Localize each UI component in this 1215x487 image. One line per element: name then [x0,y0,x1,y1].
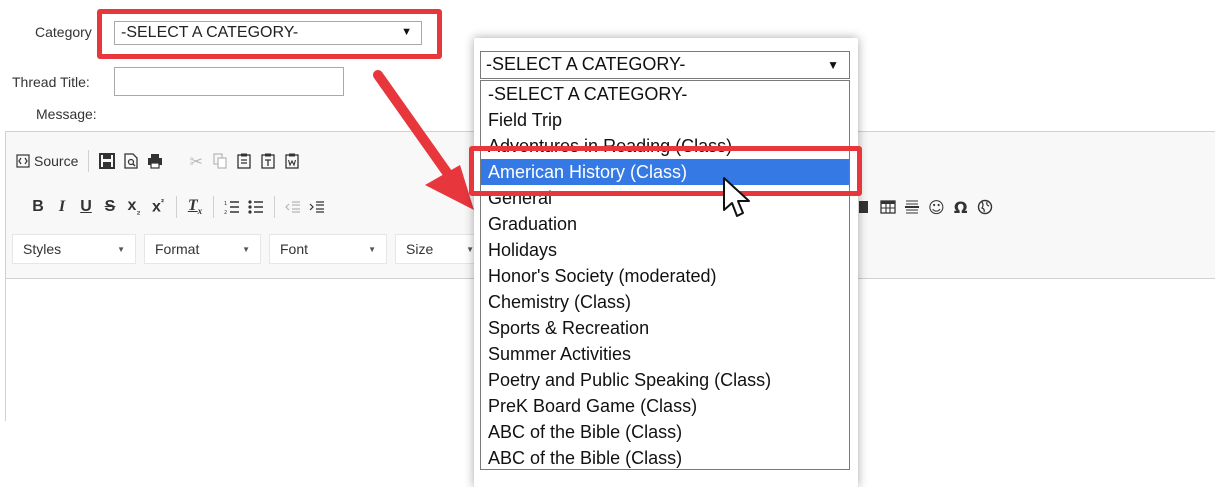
outdent-button[interactable] [281,194,305,220]
format-combo[interactable]: Format ▼ [144,234,261,264]
toolbar-gap [175,150,176,172]
category-dropdown-value: -SELECT A CATEGORY- [486,54,686,74]
superscript-icon: x² [152,197,164,216]
category-options-list: -SELECT A CATEGORY- Field Trip Adventure… [480,80,850,470]
paste-icon [237,153,252,169]
format-label: Format [155,241,200,257]
option-holidays[interactable]: Holidays [481,237,849,263]
option-prek-board-game[interactable]: PreK Board Game (Class) [481,393,849,419]
remove-format-button[interactable]: Tx [183,194,207,220]
toolbar-separator [274,196,275,218]
iframe-button[interactable] [973,194,997,220]
category-dropdown-popup: -SELECT A CATEGORY- ▼ -SELECT A CATEGORY… [474,38,858,487]
dropdown-arrow-icon: ▼ [827,58,839,72]
size-combo[interactable]: Size ▼ [395,234,485,264]
paste-text-button[interactable] [256,148,280,174]
thread-title-label: Thread Title: [12,74,90,90]
paste-text-icon [261,153,276,169]
option-abc-of-the-bible-2[interactable]: ABC of the Bible (Class) [481,445,849,469]
toolbar-separator [213,196,214,218]
italic-icon: I [58,198,66,215]
bold-icon: B [32,198,44,215]
image-icon [859,201,868,213]
category-dropdown-select[interactable]: -SELECT A CATEGORY- ▼ [480,51,850,79]
toolbar-row-1: Source ✂ [12,146,304,176]
font-combo[interactable]: Font ▼ [269,234,387,264]
option-graduation[interactable]: Graduation [481,211,849,237]
american-history-highlight-annotation [469,146,862,196]
copy-icon [213,153,227,169]
chevron-down-icon: ▼ [466,244,474,254]
strikethrough-button[interactable]: S [98,194,122,220]
numbered-list-icon: 12 [224,201,239,214]
table-icon [880,200,896,214]
cut-button[interactable]: ✂ [184,148,208,174]
underline-button[interactable]: U [74,194,98,220]
remove-format-icon: Tx [187,197,203,217]
message-label: Message: [36,106,97,122]
outdent-icon [285,201,300,213]
indent-icon [309,201,324,213]
source-icon [16,154,30,168]
toolbar-row-2-right: ☺ Ω [852,192,997,222]
svg-text:2: 2 [224,210,227,214]
toolbar-separator [176,196,177,218]
smiley-button[interactable]: ☺ [924,194,949,220]
option-select-category[interactable]: -SELECT A CATEGORY- [481,81,849,107]
option-abc-of-the-bible[interactable]: ABC of the Bible (Class) [481,419,849,445]
styles-label: Styles [23,241,62,257]
paste-word-button[interactable] [280,148,304,174]
strikethrough-icon: S [104,198,116,215]
preview-button[interactable] [119,148,143,174]
bold-button[interactable]: B [26,194,50,220]
iframe-icon [977,199,992,215]
option-poetry-public-speaking[interactable]: Poetry and Public Speaking (Class) [481,367,849,393]
print-icon [148,154,163,169]
cut-icon: ✂ [189,151,204,171]
chevron-down-icon: ▼ [368,244,376,254]
print-button[interactable] [143,148,167,174]
toolbar-row-2: B I U S x₂ x² Tx 12 [26,192,329,222]
horizontal-line-button[interactable] [900,194,924,220]
option-chemistry[interactable]: Chemistry (Class) [481,289,849,315]
special-char-button[interactable]: Ω [949,194,973,220]
category-label: Category [35,24,92,40]
subscript-button[interactable]: x₂ [122,194,146,220]
italic-button[interactable]: I [50,194,74,220]
font-label: Font [280,241,309,257]
superscript-button[interactable]: x² [146,194,170,220]
horizontal-line-icon [905,200,919,214]
underline-icon: U [80,198,92,215]
mouse-cursor-icon [723,177,750,217]
source-label: Source [34,153,79,169]
option-sports-recreation[interactable]: Sports & Recreation [481,315,849,341]
category-highlight-annotation [97,9,442,59]
indent-button[interactable] [305,194,329,220]
copy-button[interactable] [208,148,232,174]
svg-text:1: 1 [224,201,227,207]
source-button[interactable]: Source [12,148,82,174]
bulleted-list-icon [248,200,263,214]
numbered-list-button[interactable]: 12 [220,194,244,220]
option-summer-activities[interactable]: Summer Activities [481,341,849,367]
paste-button[interactable] [232,148,256,174]
toolbar-separator [88,150,90,172]
save-icon [99,153,116,169]
toolbar-row-3: Styles ▼ Format ▼ Font ▼ Size ▼ [12,234,493,264]
chevron-down-icon: ▼ [242,244,250,254]
styles-combo[interactable]: Styles ▼ [12,234,136,264]
bulleted-list-button[interactable] [244,194,268,220]
option-field-trip[interactable]: Field Trip [481,107,849,133]
table-button[interactable] [876,194,900,220]
thread-title-input[interactable] [114,67,344,96]
smiley-icon: ☺ [928,197,945,217]
chevron-down-icon: ▼ [117,244,125,254]
option-honors-society[interactable]: Honor's Society (moderated) [481,263,849,289]
special-char-icon: Ω [953,197,968,217]
save-button[interactable] [95,148,119,174]
subscript-icon: x₂ [127,197,141,217]
preview-icon [124,153,139,169]
size-label: Size [406,241,434,257]
paste-word-icon [285,153,300,169]
